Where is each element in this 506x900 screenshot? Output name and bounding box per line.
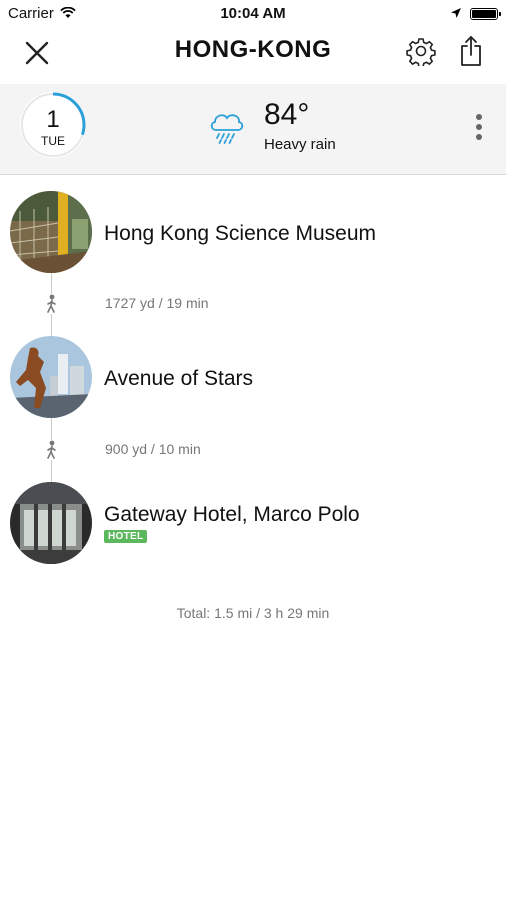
list-item[interactable]: Gateway Hotel, Marco Polo HOTEL: [10, 482, 496, 564]
walking-leg: 1727 yd / 19 min: [0, 294, 506, 314]
poi-photo: [10, 191, 92, 273]
poi-photo: [10, 482, 92, 564]
hotel-badge: HOTEL: [104, 530, 148, 543]
clock: 10:04 AM: [220, 5, 286, 22]
poi-name: Avenue of Stars: [104, 367, 254, 390]
heavy-rain-cloud-icon: [207, 106, 247, 146]
day-number: 1: [46, 106, 60, 133]
list-item[interactable]: Hong Kong Science Museum: [10, 191, 496, 273]
nav-bar: HONG-KONG: [0, 28, 506, 80]
status-bar: Carrier 10:04 AM: [0, 0, 506, 28]
walk-distance: 900 yd / 10 min: [105, 441, 201, 457]
share-icon: [461, 36, 481, 66]
walking-person-icon: [44, 440, 58, 460]
poi-name: Hong Kong Science Museum: [104, 222, 376, 245]
poi-photo: [10, 336, 92, 418]
more-options-button[interactable]: [472, 112, 486, 144]
walking-person-icon: [44, 294, 58, 314]
list-item[interactable]: Avenue of Stars: [10, 336, 496, 418]
walking-leg: 900 yd / 10 min: [0, 440, 506, 460]
walk-distance: 1727 yd / 19 min: [105, 295, 209, 311]
battery-icon: [470, 8, 501, 20]
location-arrow-icon: [450, 6, 462, 23]
temperature: 84°: [264, 98, 310, 131]
day-selector[interactable]: 1 TUE: [20, 92, 86, 158]
more-vertical-icon: [476, 114, 482, 140]
weather-strip: 1 TUE 84° Heavy rain: [0, 84, 506, 175]
settings-button[interactable]: [406, 36, 436, 68]
share-button[interactable]: [456, 34, 486, 68]
poi-name: Gateway Hotel, Marco Polo: [104, 503, 360, 526]
day-weekday: TUE: [41, 134, 65, 148]
gear-icon: [406, 38, 436, 68]
trip-total: Total: 1.5 mi / 3 h 29 min: [176, 605, 330, 621]
weather-condition: Heavy rain: [264, 136, 336, 153]
